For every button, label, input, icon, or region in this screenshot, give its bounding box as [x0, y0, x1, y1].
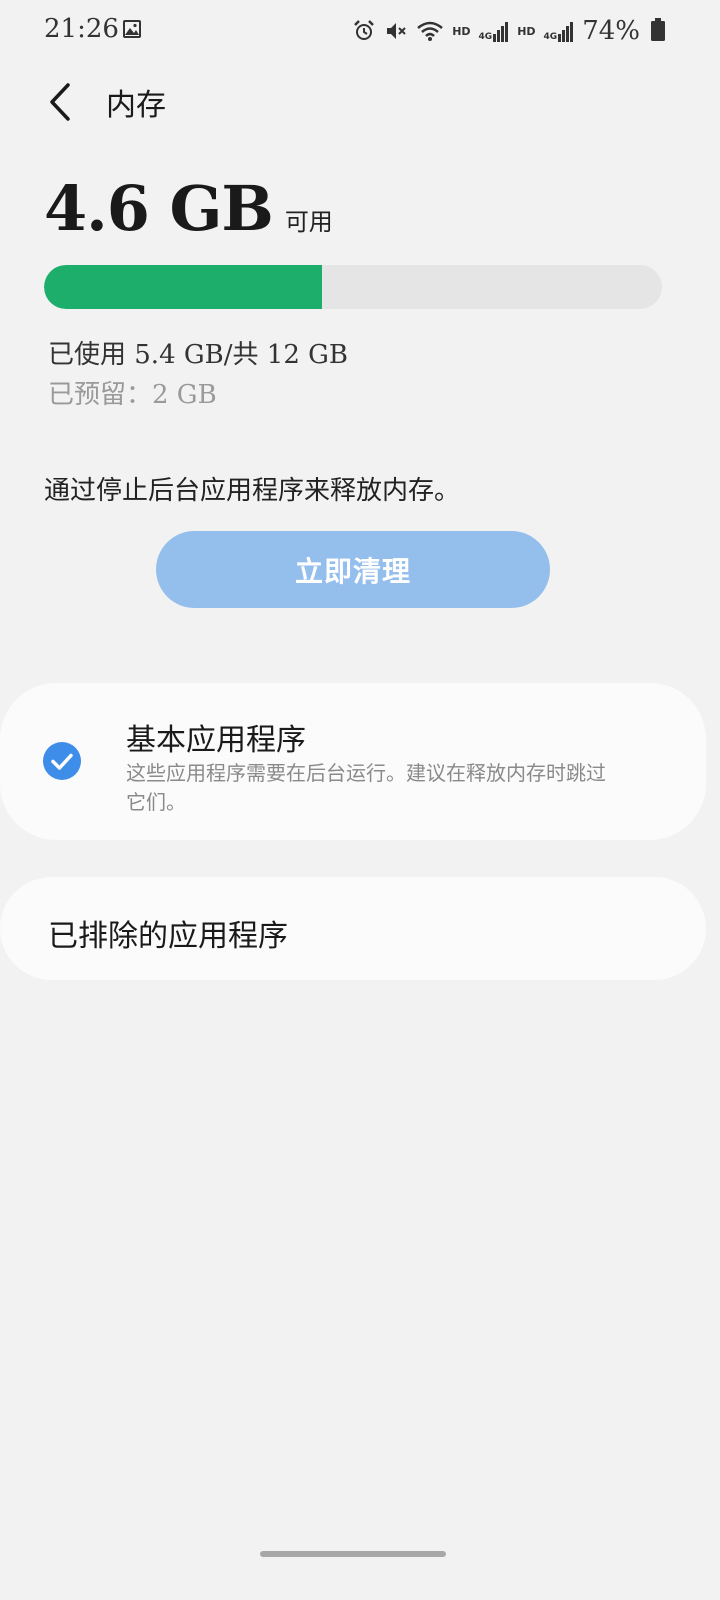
- signal-icon: 4G: [544, 20, 575, 42]
- hd-label: HD: [452, 24, 471, 38]
- mute-icon: [387, 23, 406, 39]
- image-icon: [123, 20, 141, 38]
- app-header: 内存: [0, 70, 720, 134]
- back-button[interactable]: [36, 78, 84, 126]
- essential-apps-description: 这些应用程序需要在后台运行。建议在释放内存时跳过它们。: [126, 761, 606, 814]
- status-time: 21:26: [44, 14, 119, 44]
- essential-apps-title: 基本应用程序: [126, 723, 306, 758]
- available-label: 可用: [284, 208, 333, 236]
- essential-apps-card[interactable]: 基本应用程序 这些应用程序需要在后台运行。建议在释放内存时跳过它们。: [0, 683, 706, 840]
- home-indicator[interactable]: [260, 1551, 446, 1557]
- hd-label: HD: [517, 24, 536, 38]
- alarm-icon: [354, 20, 375, 40]
- check-circle-icon[interactable]: [43, 742, 81, 780]
- status-bar: 21:26 HD 4G HD 4G 74%: [0, 0, 720, 62]
- battery-icon: [651, 18, 665, 41]
- available-memory: 4.6 GB 可用: [44, 172, 333, 245]
- chevron-left-icon: [50, 83, 70, 121]
- free-memory-hint: 通过停止后台应用程序来释放内存。: [44, 476, 461, 506]
- network-type-label: 4G: [478, 32, 493, 42]
- signal-icon: 4G: [479, 20, 510, 42]
- battery-percent: 74%: [582, 16, 640, 46]
- network-type-label: 4G: [543, 32, 558, 42]
- status-icons: HD 4G HD 4G 74%: [352, 14, 640, 48]
- available-value: 4.6 GB: [44, 172, 274, 245]
- clean-now-button[interactable]: 立即清理: [156, 531, 550, 608]
- excluded-apps-card[interactable]: 已排除的应用程序: [0, 877, 706, 980]
- excluded-apps-title: 已排除的应用程序: [48, 919, 288, 954]
- wifi-icon: [417, 21, 444, 41]
- page-title: 内存: [106, 88, 166, 123]
- used-memory-text: 已使用 5.4 GB/共 12 GB: [48, 340, 349, 370]
- reserved-memory-text: 已预留：2 GB: [48, 380, 217, 410]
- memory-usage-bar: [44, 265, 662, 309]
- memory-usage-fill: [44, 265, 323, 309]
